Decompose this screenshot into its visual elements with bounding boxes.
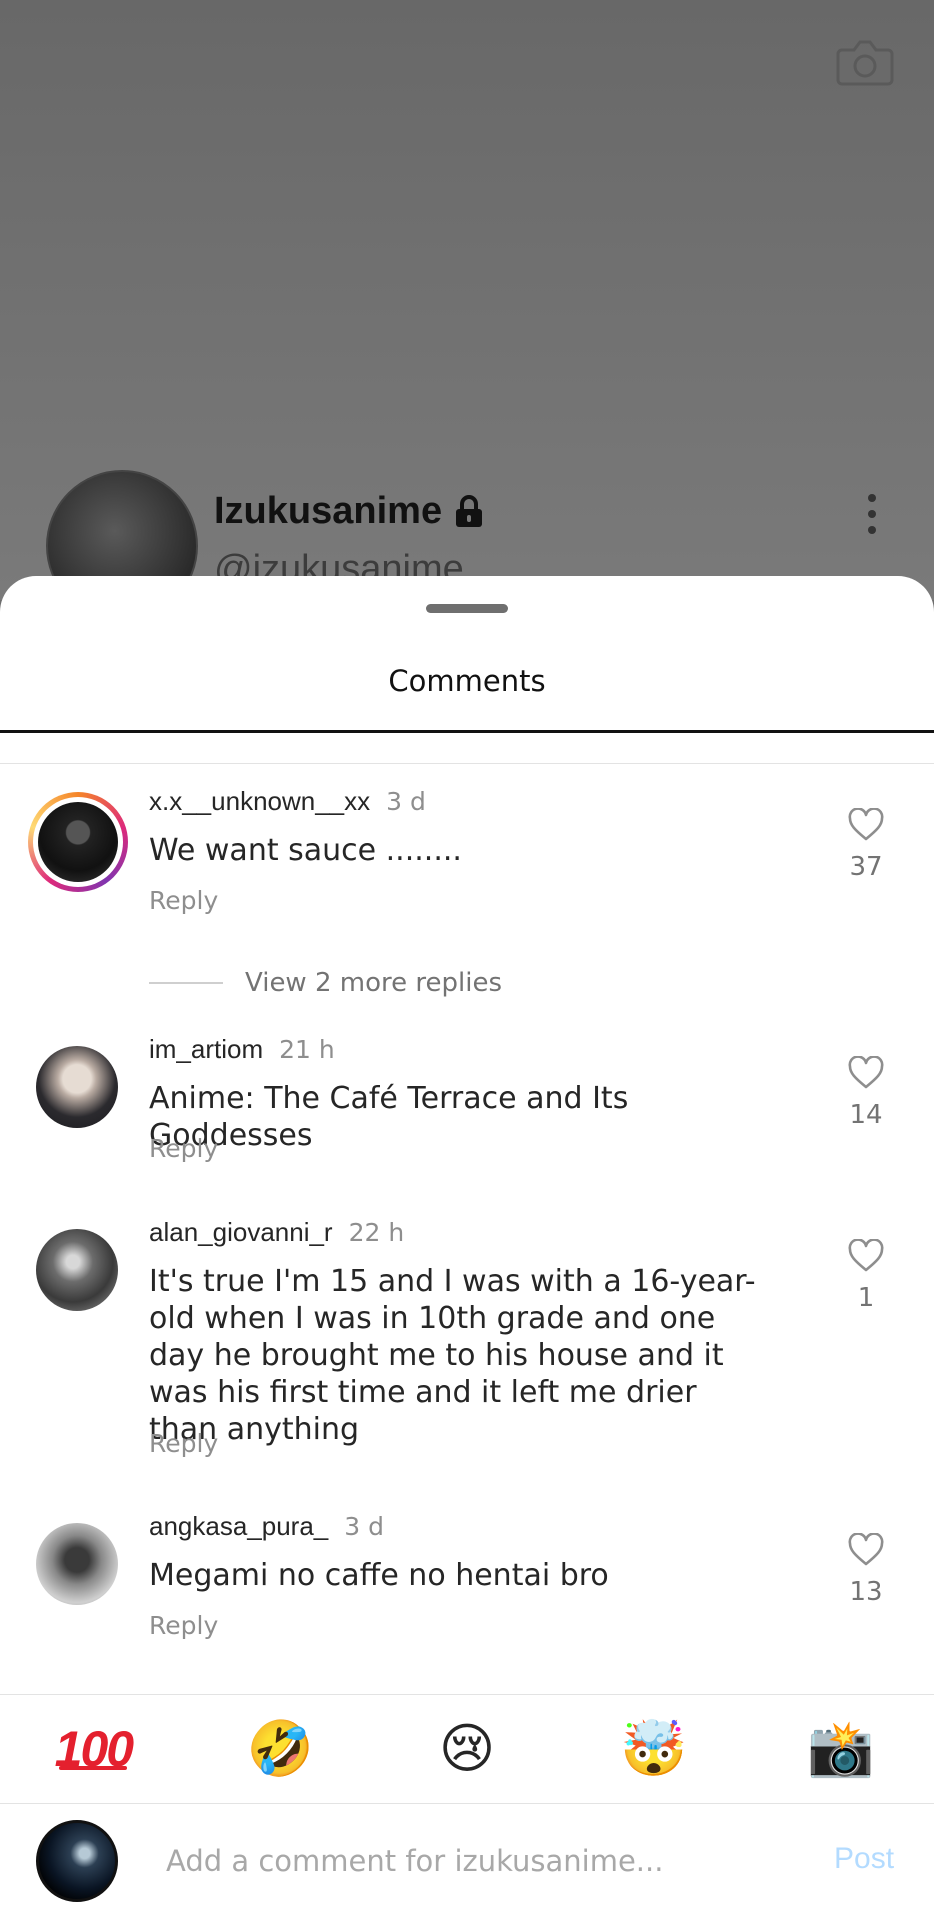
- comment-time: 3 d: [386, 787, 426, 816]
- comment-text: It's true I'm 15 and I was with a 16-yea…: [149, 1264, 756, 1447]
- profile-background: Izukusanime @izukusanime: [0, 0, 934, 622]
- sheet-title: Comments: [388, 664, 546, 698]
- heart-icon: [848, 1056, 884, 1089]
- like-count: 37: [849, 852, 883, 882]
- tab-underline: [0, 730, 934, 733]
- hundred-points-emoji[interactable]: 100: [53, 1724, 134, 1774]
- commenter-avatar[interactable]: [28, 792, 128, 892]
- comment-time: 21 h: [279, 1035, 335, 1064]
- comment-text: Megami no caffe no hentai bro: [149, 1558, 609, 1593]
- crying-face-emoji[interactable]: 😢: [427, 1722, 507, 1776]
- like-count: 14: [849, 1100, 883, 1130]
- camera-icon[interactable]: [836, 36, 894, 88]
- post-button[interactable]: Post: [834, 1842, 894, 1876]
- heart-icon: [848, 1239, 884, 1272]
- like-button[interactable]: 13: [840, 1533, 892, 1607]
- heart-icon: [848, 808, 884, 841]
- like-count: 1: [857, 1283, 875, 1313]
- lock-icon: [456, 494, 483, 527]
- exploding-head-emoji[interactable]: 🤯: [614, 1722, 694, 1776]
- comment-text: Anime: The Café Terrace and Its Goddesse…: [149, 1081, 629, 1153]
- comment-input[interactable]: [166, 1836, 806, 1886]
- comment-username[interactable]: x.x__unknown__xx: [149, 786, 370, 817]
- comment-username[interactable]: im_artiom: [149, 1034, 263, 1065]
- comment-text: We want sauce ........: [149, 833, 462, 868]
- heart-icon: [848, 1533, 884, 1566]
- view-more-replies[interactable]: View 2 more replies: [149, 968, 502, 998]
- reply-button[interactable]: Reply: [149, 1611, 218, 1640]
- reply-button[interactable]: Reply: [149, 1134, 218, 1163]
- like-button[interactable]: 14: [840, 1056, 892, 1130]
- more-vertical-icon[interactable]: [866, 494, 878, 534]
- commenter-avatar[interactable]: [36, 1229, 118, 1311]
- like-button[interactable]: 1: [840, 1239, 892, 1313]
- emoji-bar: 100 🤣 😢 🤯 📸: [0, 1694, 934, 1804]
- profile-name: Izukusanime: [214, 490, 484, 533]
- commenter-avatar[interactable]: [36, 1523, 118, 1605]
- my-avatar: [36, 1820, 118, 1902]
- comment-username[interactable]: alan_giovanni_r: [149, 1217, 333, 1248]
- reply-button[interactable]: Reply: [149, 886, 218, 915]
- rolling-laughing-emoji[interactable]: 🤣: [240, 1722, 320, 1776]
- camera-flash-emoji[interactable]: 📸: [801, 1722, 881, 1776]
- comment-username[interactable]: angkasa_pura_: [149, 1511, 328, 1542]
- view-replies-label: View 2 more replies: [245, 968, 502, 998]
- reply-button[interactable]: Reply: [149, 1429, 218, 1458]
- drag-handle[interactable]: [426, 604, 508, 613]
- comment-time: 3 d: [344, 1512, 384, 1541]
- commenter-avatar[interactable]: [36, 1046, 118, 1128]
- comment-time: 22 h: [348, 1218, 405, 1247]
- like-count: 13: [849, 1577, 883, 1607]
- header-divider: [0, 763, 934, 764]
- like-button[interactable]: 37: [840, 808, 892, 882]
- comment-input-bar: Post: [0, 1806, 934, 1920]
